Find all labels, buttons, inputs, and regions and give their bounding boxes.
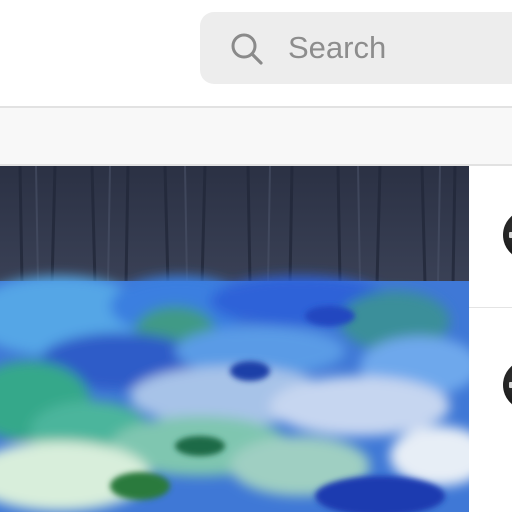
content-area	[0, 166, 512, 512]
avatar[interactable]	[503, 360, 512, 410]
search-box[interactable]	[200, 12, 512, 84]
header	[0, 0, 512, 106]
side-list-item[interactable]	[469, 308, 512, 450]
avatar[interactable]	[503, 210, 512, 260]
side-list-item[interactable]	[469, 166, 512, 308]
search-input[interactable]	[288, 24, 512, 72]
sub-toolbar	[0, 108, 512, 164]
video-thumbnail[interactable]	[0, 166, 469, 512]
search-icon[interactable]	[230, 32, 264, 66]
thumbnail-artwork	[0, 166, 469, 512]
page	[0, 0, 512, 512]
side-list	[469, 166, 512, 512]
